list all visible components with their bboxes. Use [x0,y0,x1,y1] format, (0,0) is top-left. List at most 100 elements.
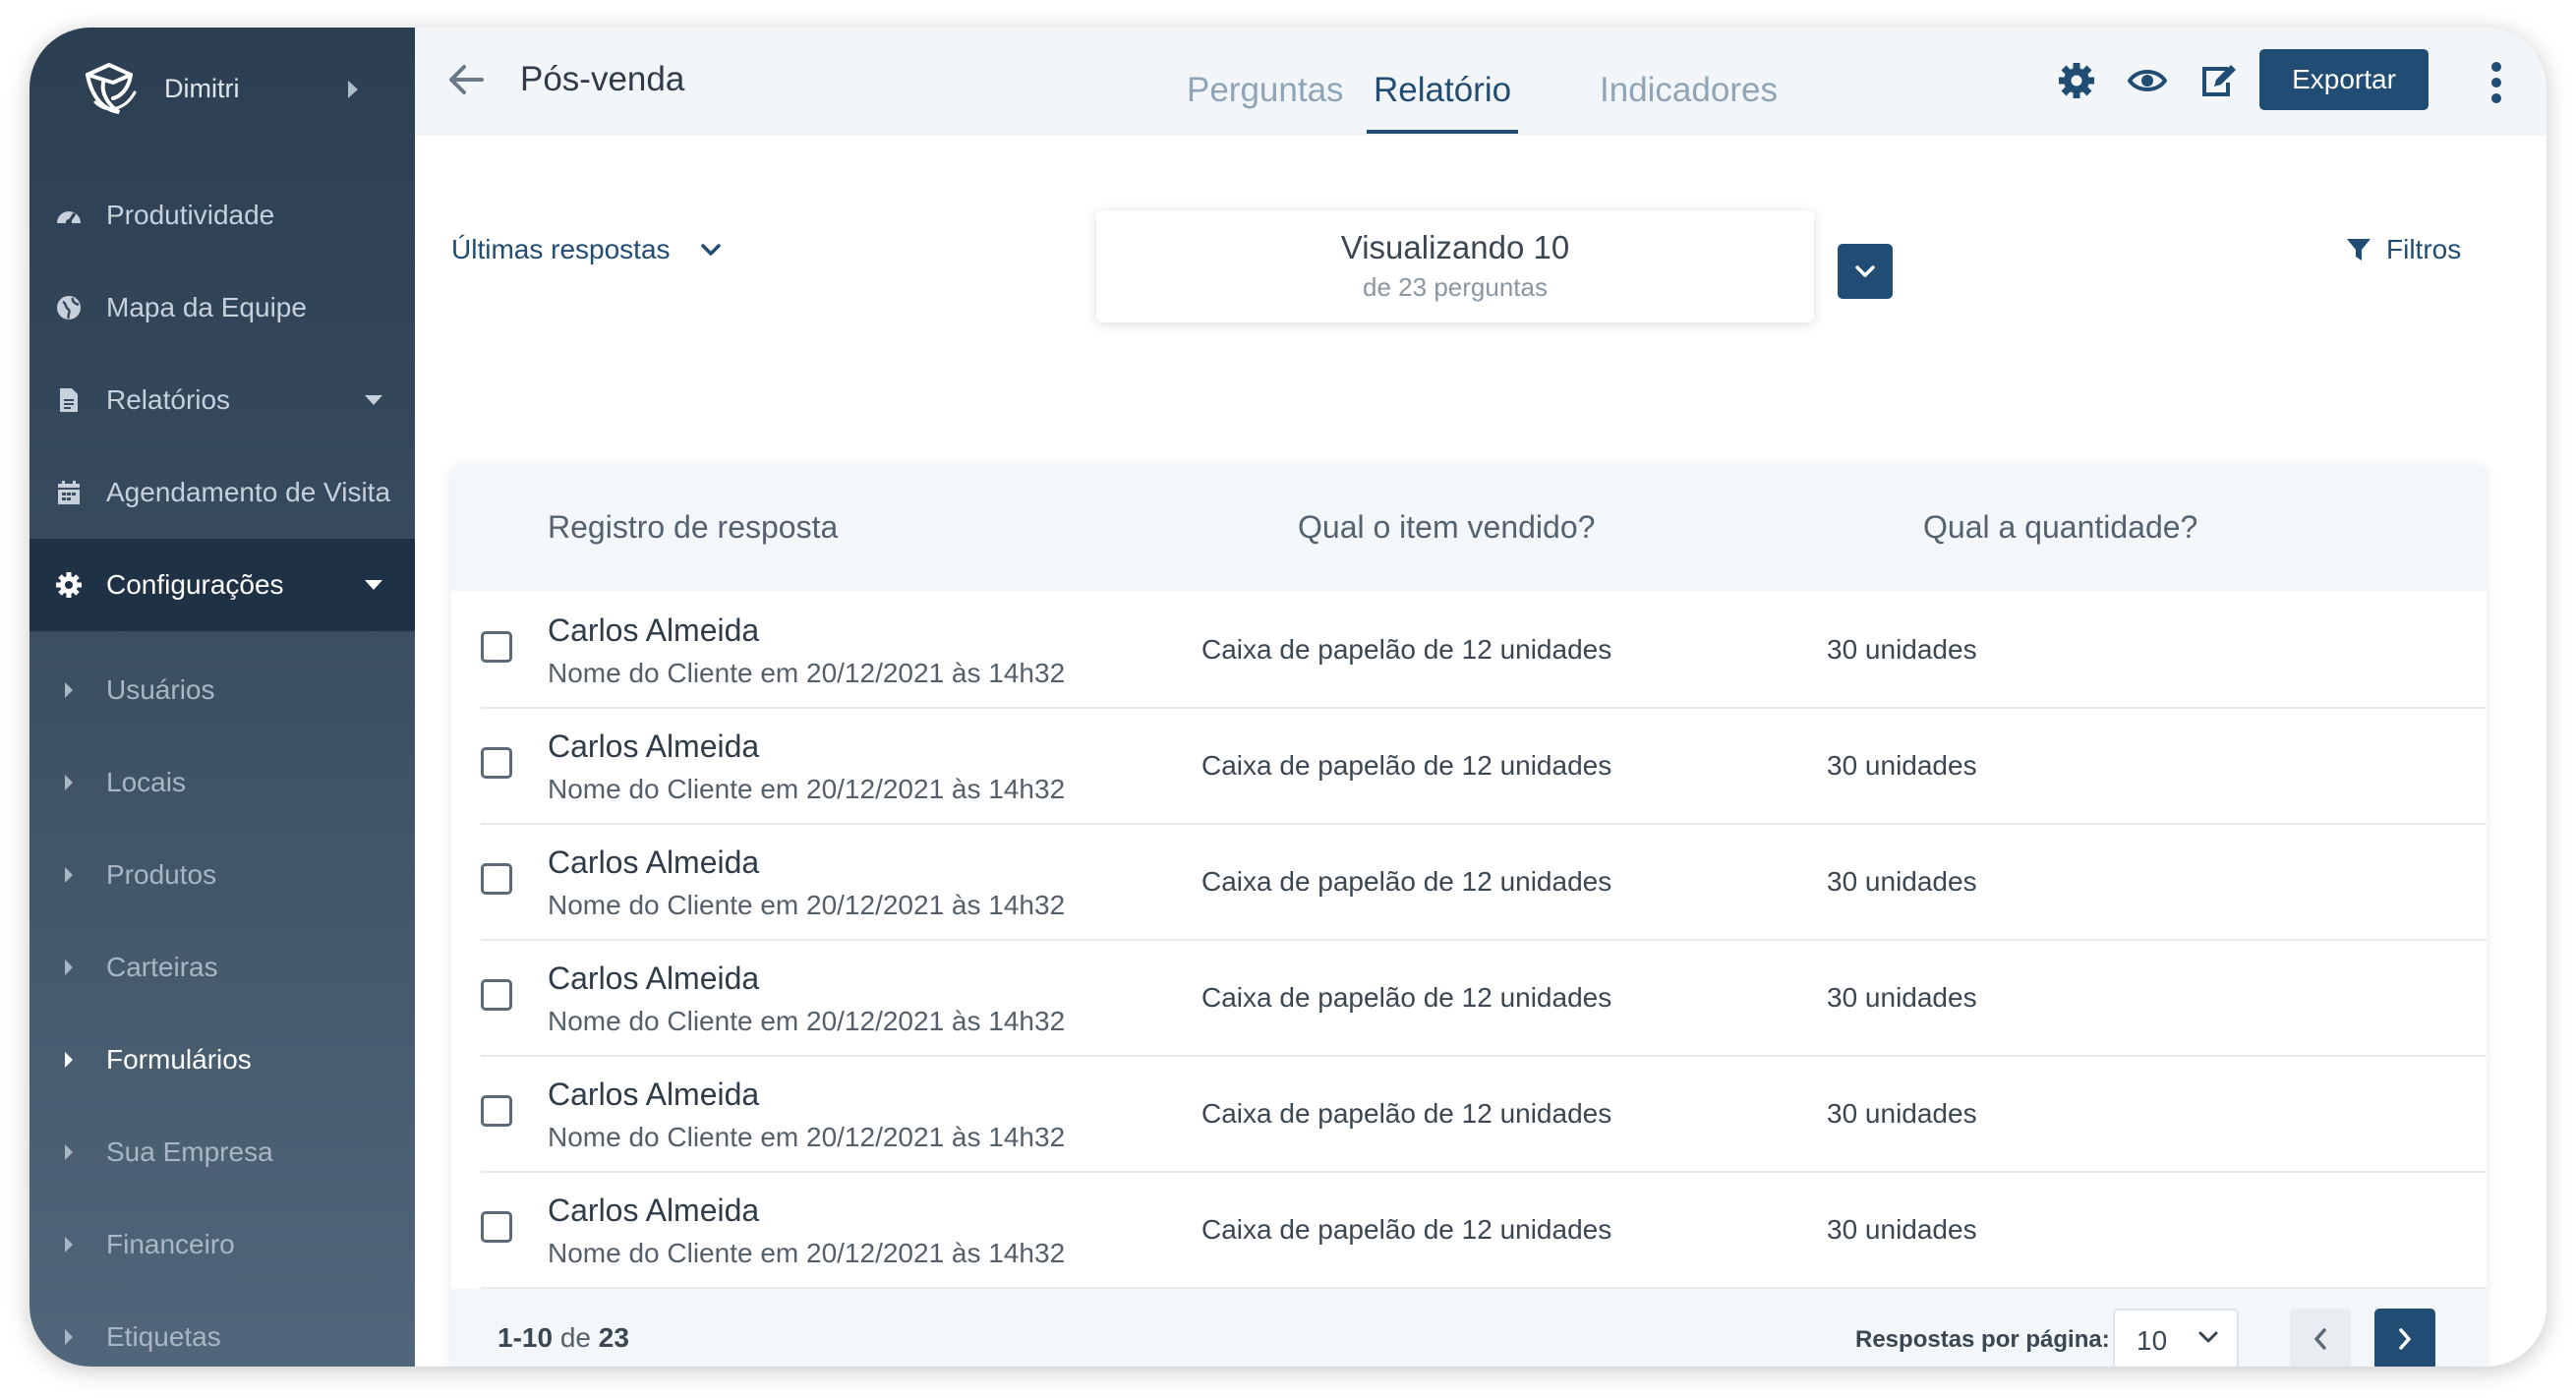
viewing-summary-card: Visualizando 10 de 23 perguntas [1096,210,1814,322]
sidebar-subitem-locais[interactable]: Locais [29,736,415,829]
sidebar-item-relatorios[interactable]: Relatórios [29,354,415,446]
response-meta: Nome do Cliente em 20/12/2021 às 14h32 [548,1006,1066,1036]
sidebar-subitem-label: Formulários [106,1044,252,1075]
item-sold: Caixa de papelão de 12 unidades [1201,1098,1612,1129]
column-header-quantidade[interactable]: Qual a quantidade? [1923,509,2197,546]
top-bar: Pós-venda Perguntas Relatório Indicadore… [415,28,2547,136]
caret-right-icon [65,1144,73,1160]
sidebar-item-produtividade[interactable]: Produtividade [29,169,415,262]
sidebar-subitem-financeiro[interactable]: Financeiro [29,1198,415,1291]
filters-button[interactable]: Filtros [2345,234,2461,265]
viewing-count: Visualizando 10 [1340,229,1570,265]
row-checkbox[interactable] [481,747,512,779]
sidebar-item-agendamento-de-visita[interactable]: Agendamento de Visita [29,446,415,539]
caret-right-icon [65,775,73,790]
sidebar-item-label: Mapa da Equipe [106,292,307,322]
sidebar-subitem-formularios[interactable]: Formulários [29,1014,415,1106]
row-checkbox[interactable] [481,631,512,663]
item-sold: Caixa de papelão de 12 unidades [1201,750,1612,781]
pagination-range-value: 1-10 [498,1322,554,1353]
sidebar-subitem-sua-empresa[interactable]: Sua Empresa [29,1106,415,1198]
sidebar-subitem-label: Locais [106,767,186,797]
respondent-name: Carlos Almeida [548,1077,760,1112]
globe-icon [55,294,83,321]
latest-responses-dropdown[interactable]: Últimas respostas [451,234,722,265]
quantity: 30 unidades [1827,1098,1977,1129]
chevron-down-icon [1855,265,1875,277]
item-sold: Caixa de papelão de 12 unidades [1201,1214,1612,1245]
item-sold: Caixa de papelão de 12 unidades [1201,634,1612,665]
caret-right-icon [65,1237,73,1252]
chevron-left-icon [2314,1328,2326,1350]
viewing-total: de 23 perguntas [1363,272,1548,302]
row-checkbox[interactable] [481,863,512,895]
sidebar-subitem-label: Financeiro [106,1229,235,1259]
respondent-name: Carlos Almeida [548,728,760,764]
item-sold: Caixa de papelão de 12 unidades [1201,982,1612,1013]
sidebar-subitem-etiquetas[interactable]: Etiquetas [29,1291,415,1367]
tab-indicadores[interactable]: Indicadores [1600,71,1778,110]
main-area: Pós-venda Perguntas Relatório Indicadore… [415,28,2547,1367]
sidebar: Dimitri Produtividade Mapa da Equipe Rel… [29,28,415,1367]
edit-icon[interactable] [2198,61,2238,100]
sidebar-subitem-label: Produtos [106,859,217,890]
gear-icon[interactable] [2057,61,2096,100]
logo-icon [86,63,137,114]
table-row[interactable]: Carlos Almeida Nome do Cliente em 20/12/… [481,939,2487,1057]
column-header-item[interactable]: Qual o item vendido? [1298,509,1595,546]
sidebar-item-mapa-da-equipe[interactable]: Mapa da Equipe [29,262,415,354]
chevron-right-icon [2399,1328,2411,1350]
sidebar-item-label: Configurações [106,569,284,600]
sidebar-subitem-produtos[interactable]: Produtos [29,829,415,921]
sidebar-item-configuracoes[interactable]: Configurações [29,539,415,631]
sidebar-subitem-carteiras[interactable]: Carteiras [29,921,415,1014]
respondent-name: Carlos Almeida [548,1193,760,1228]
per-page-select[interactable]: 10 [2113,1309,2239,1367]
table-row[interactable]: Carlos Almeida Nome do Cliente em 20/12/… [481,1055,2487,1173]
row-checkbox[interactable] [481,979,512,1011]
table-row[interactable]: Carlos Almeida Nome do Cliente em 20/12/… [481,823,2487,941]
quantity: 30 unidades [1827,750,1977,781]
tab-relatorio[interactable]: Relatório [1374,71,1511,110]
caret-right-icon [348,81,358,98]
previous-page-button[interactable] [2290,1309,2351,1367]
row-checkbox[interactable] [481,1095,512,1127]
caret-right-icon [65,682,73,698]
chevron-down-icon [2198,1331,2218,1343]
back-arrow-icon[interactable] [446,60,486,99]
response-meta: Nome do Cliente em 20/12/2021 às 14h32 [548,774,1066,804]
viewing-dropdown-button[interactable] [1838,244,1893,299]
item-sold: Caixa de papelão de 12 unidades [1201,866,1612,897]
caret-right-icon [65,1052,73,1068]
caret-down-icon [365,580,382,590]
table-row[interactable]: Carlos Almeida Nome do Cliente em 20/12/… [481,707,2487,825]
per-page-label: Respostas por página: [1855,1326,2110,1353]
quantity: 30 unidades [1827,866,1977,897]
caret-right-icon [65,960,73,975]
caret-right-icon [65,1329,73,1345]
document-icon [55,386,83,414]
report-content: Últimas respostas Visualizando 10 de 23 … [415,136,2547,1367]
caret-right-icon [65,867,73,883]
column-header-registro[interactable]: Registro de resposta [548,509,838,546]
user-menu[interactable]: Dimitri [74,49,376,128]
response-meta: Nome do Cliente em 20/12/2021 às 14h32 [548,658,1066,688]
tab-perguntas[interactable]: Perguntas [1187,71,1344,110]
row-checkbox[interactable] [481,1211,512,1243]
filters-label: Filtros [2386,234,2462,264]
latest-responses-label: Últimas respostas [451,234,671,264]
respondent-name: Carlos Almeida [548,612,760,648]
pagination-range: 1-10 de 23 [498,1322,629,1354]
more-options-icon[interactable] [2489,61,2503,104]
table-row[interactable]: Carlos Almeida Nome do Cliente em 20/12/… [481,591,2487,709]
sidebar-subitem-label: Sua Empresa [106,1136,273,1167]
table-header: Registro de resposta Qual o item vendido… [451,465,2487,591]
response-meta: Nome do Cliente em 20/12/2021 às 14h32 [548,1122,1066,1152]
sidebar-subitem-label: Carteiras [106,952,218,982]
table-row[interactable]: Carlos Almeida Nome do Cliente em 20/12/… [481,1171,2487,1289]
sidebar-item-label: Agendamento de Visita [106,477,391,507]
next-page-button[interactable] [2374,1309,2435,1367]
export-button[interactable]: Exportar [2259,49,2429,110]
eye-icon[interactable] [2128,61,2167,100]
sidebar-subitem-usuarios[interactable]: Usuários [29,644,415,736]
